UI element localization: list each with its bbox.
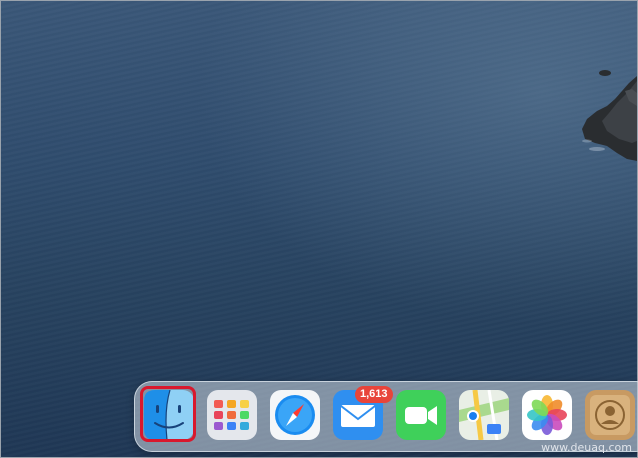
dock-app-contacts[interactable] xyxy=(585,390,635,440)
dock-app-photos[interactable] xyxy=(522,390,572,440)
dock-app-maps[interactable] xyxy=(459,390,509,440)
launchpad-icon xyxy=(207,390,257,440)
dock-app-facetime[interactable] xyxy=(396,390,446,440)
dock-app-launchpad[interactable] xyxy=(207,390,257,440)
watermark-text: www.deuaq.com xyxy=(541,441,632,454)
facetime-icon xyxy=(396,390,446,440)
coastal-rocks xyxy=(582,70,637,161)
photos-icon xyxy=(522,390,572,440)
dock-app-mail[interactable]: 1,613 xyxy=(333,386,393,440)
contacts-icon xyxy=(585,390,635,440)
finder-selection-highlight xyxy=(140,386,196,442)
maps-icon xyxy=(459,390,509,440)
mail-unread-badge: 1,613 xyxy=(355,386,393,403)
dock-app-safari[interactable] xyxy=(270,390,320,440)
safari-icon xyxy=(270,390,320,440)
